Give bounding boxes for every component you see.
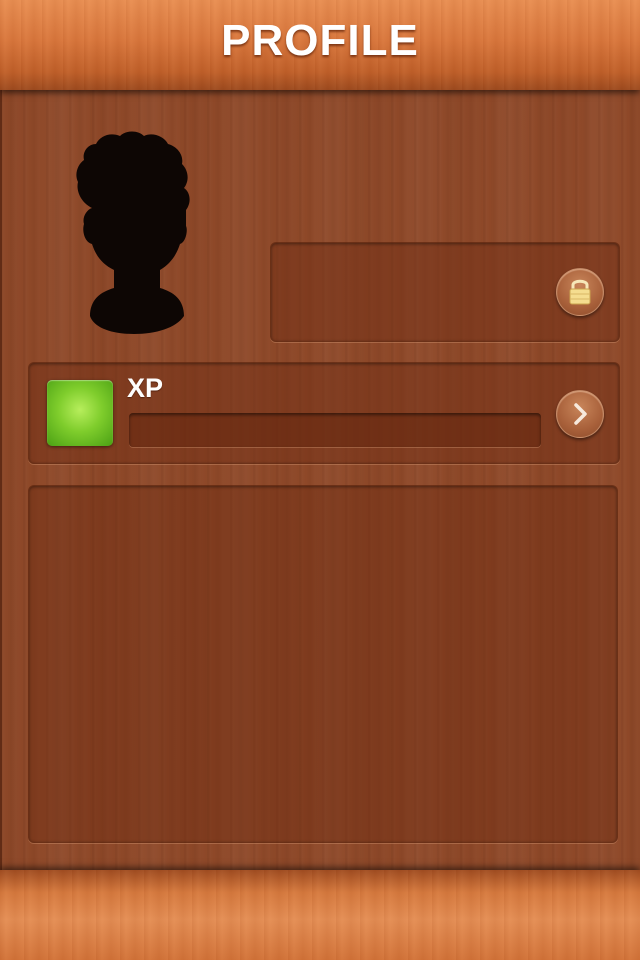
page-title: PROFILE [221,16,419,65]
xp-details-button[interactable] [556,390,604,438]
user-silhouette-icon[interactable] [72,130,196,336]
profile-info-panel [270,242,620,342]
lock-button[interactable] [556,268,604,316]
xp-progress-bar [129,413,541,447]
header-bar: PROFILE [0,0,640,90]
footer-bar [0,870,640,960]
xp-badge-icon [47,380,113,446]
xp-label: XP [127,373,164,403]
lock-icon [569,279,591,305]
chevron-right-icon [574,403,587,425]
profile-main-panel [28,485,618,843]
xp-panel[interactable]: XP [28,362,620,464]
